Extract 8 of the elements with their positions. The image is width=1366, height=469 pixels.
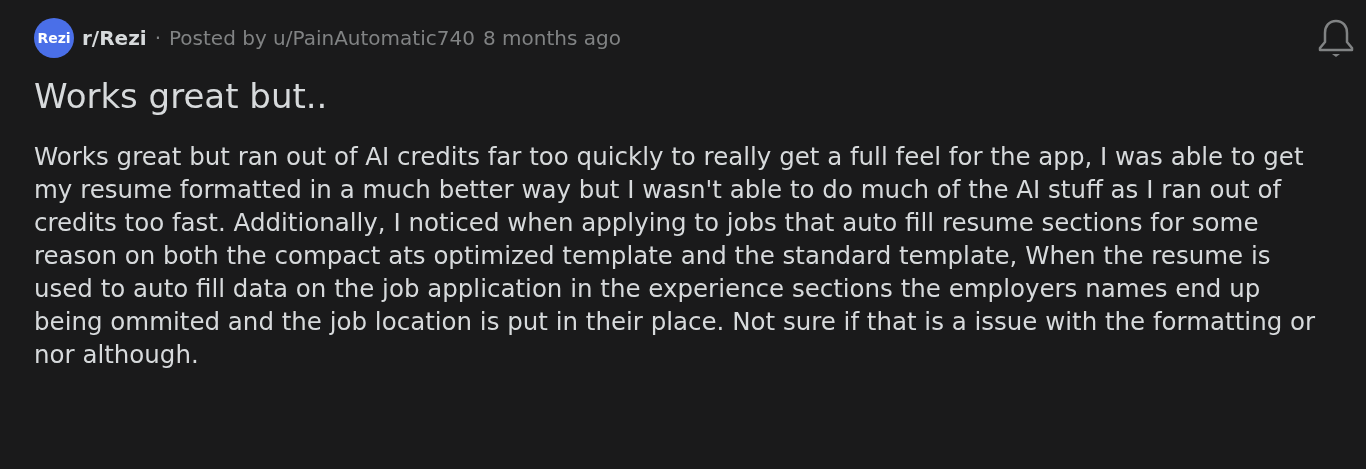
separator: · — [154, 26, 161, 50]
post-title: Works great but.. — [34, 76, 329, 116]
community-avatar: Rezi — [34, 18, 74, 58]
bell-icon[interactable] — [1316, 17, 1356, 59]
community-link[interactable]: r/Rezi — [82, 26, 147, 50]
post-body: Works great but ran out of AI credits far too quickly to really get a full feel for the app, I was able to get my resume formatted in a much better way but I wasn't able to do much of the AI stuff as I ran out of credits too fast. Additionally, I noticed when applying to jobs that auto fill resume sections for some reason on both the compact ats optimized template and the standard template, When the resume is used to auto fill data on the job application in the experience sections the employers names end up being ommited and the job location is put in their place. Not sure if that is a issue with the formatting or nor although. — [34, 141, 1317, 371]
post-time: 8 months ago — [482, 26, 621, 50]
byline: Posted by u/PainAutomatic740 — [169, 26, 475, 50]
